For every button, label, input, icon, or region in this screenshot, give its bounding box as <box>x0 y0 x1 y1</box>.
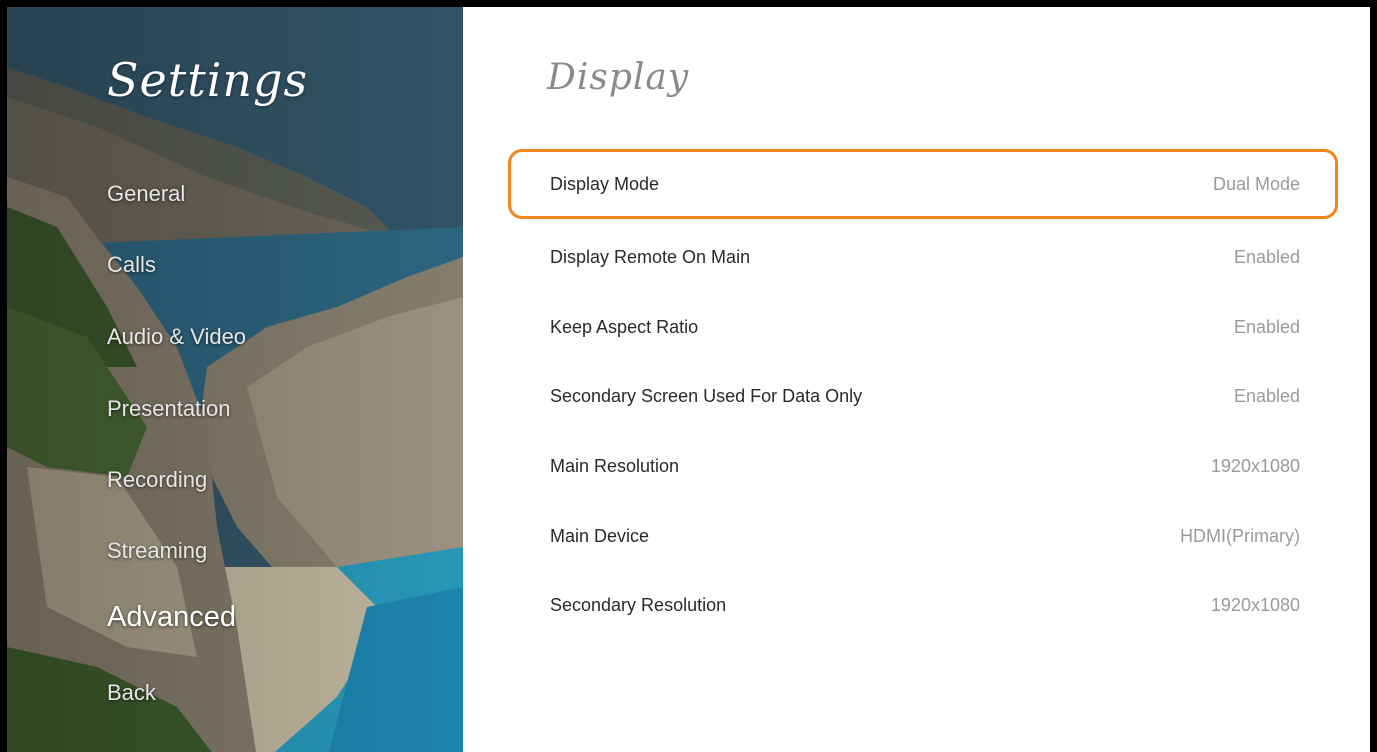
main-panel: Display Display Mode Dual Mode Display R… <box>463 7 1370 752</box>
sidebar-item-audio-video[interactable]: Audio & Video <box>107 324 246 350</box>
sidebar-item-advanced[interactable]: Advanced <box>107 601 236 634</box>
sidebar-title: Settings <box>107 53 309 107</box>
sidebar-item-streaming[interactable]: Streaming <box>107 538 207 564</box>
setting-label: Keep Aspect Ratio <box>550 317 699 337</box>
settings-screen: Settings General Calls Audio & Video Pre… <box>0 0 1377 752</box>
sidebar: Settings General Calls Audio & Video Pre… <box>7 7 463 752</box>
sidebar-item-general[interactable]: General <box>107 181 185 207</box>
setting-value: 1920x1080 <box>1210 595 1300 615</box>
setting-secondary-resolution[interactable]: Secondary Resolution 1920x1080 <box>508 570 1338 640</box>
sidebar-item-calls[interactable]: Calls <box>107 252 156 278</box>
setting-value: Enabled <box>1233 386 1300 406</box>
sidebar-item-back[interactable]: Back <box>107 680 156 706</box>
setting-main-device[interactable]: Main Device HDMI(Primary) <box>508 501 1338 571</box>
setting-label: Secondary Screen Used For Data Only <box>550 386 863 406</box>
page-title: Display <box>547 57 690 98</box>
setting-display-remote-on-main[interactable]: Display Remote On Main Enabled <box>508 222 1338 292</box>
setting-label: Display Mode <box>550 174 660 194</box>
setting-main-resolution[interactable]: Main Resolution 1920x1080 <box>508 431 1338 501</box>
setting-label: Main Resolution <box>550 456 680 476</box>
setting-secondary-screen-data-only[interactable]: Secondary Screen Used For Data Only Enab… <box>508 361 1338 431</box>
setting-value: HDMI(Primary) <box>1180 526 1300 546</box>
setting-label: Main Device <box>550 526 650 546</box>
setting-label: Display Remote On Main <box>550 247 751 267</box>
sidebar-shade <box>7 7 463 752</box>
sidebar-item-presentation[interactable]: Presentation <box>107 396 231 422</box>
setting-value: 1920x1080 <box>1210 456 1300 476</box>
setting-keep-aspect-ratio[interactable]: Keep Aspect Ratio Enabled <box>508 292 1338 362</box>
setting-value: Dual Mode <box>1212 174 1300 194</box>
setting-display-mode[interactable]: Display Mode Dual Mode <box>508 149 1338 219</box>
setting-value: Enabled <box>1233 247 1300 267</box>
setting-value: Enabled <box>1233 317 1300 337</box>
sidebar-item-recording[interactable]: Recording <box>107 467 207 493</box>
setting-label: Secondary Resolution <box>550 595 727 615</box>
